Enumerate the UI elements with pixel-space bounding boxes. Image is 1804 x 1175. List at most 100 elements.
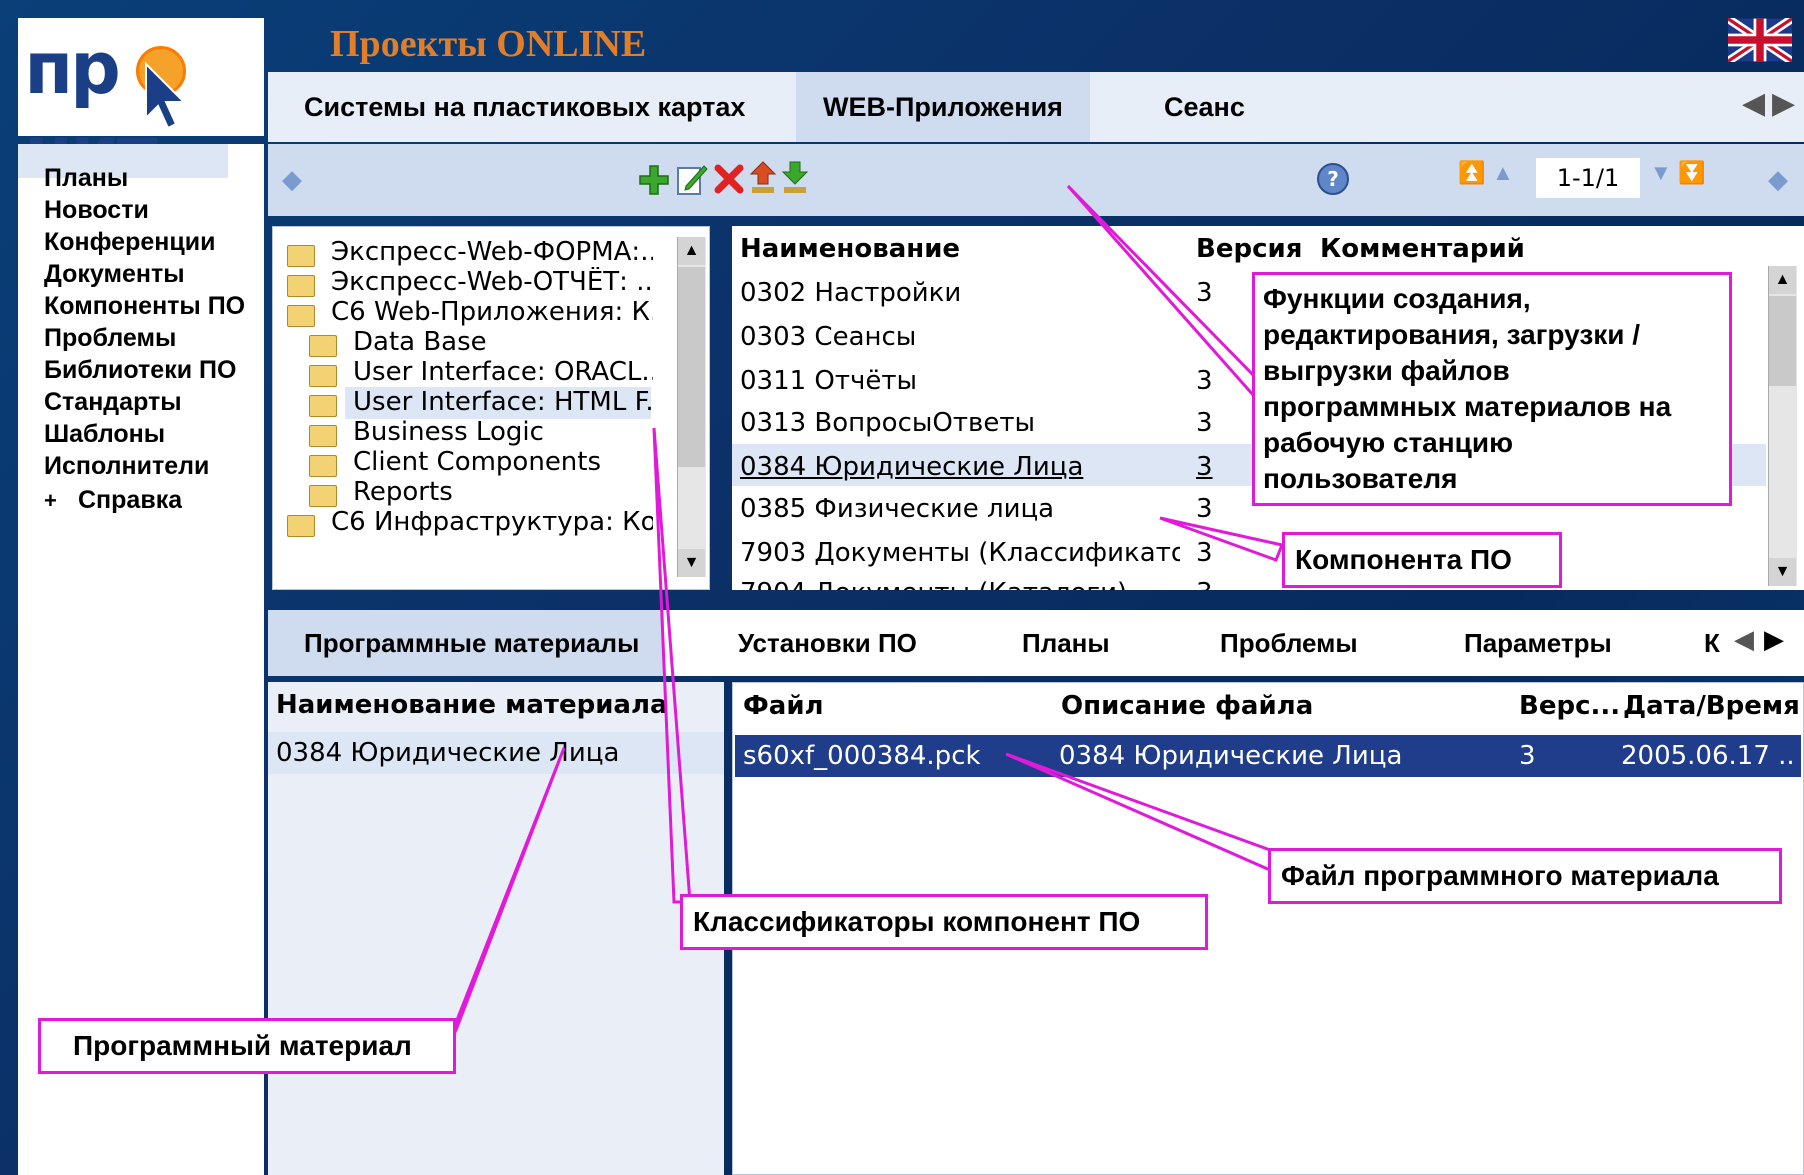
column-header-file-version[interactable]: Верс... xyxy=(1519,691,1620,721)
callout-functions-line: редактирования, загрузки / xyxy=(1263,319,1641,350)
scroll-down-icon[interactable]: ▼ xyxy=(678,549,705,577)
tree-item[interactable]: User Interface: ORACL... xyxy=(353,357,653,387)
back-arrow-icon[interactable]: ◆ xyxy=(282,164,302,195)
tab-web-applications[interactable]: WEB-Приложения xyxy=(796,72,1090,142)
callout-functions-line: выгрузки файлов xyxy=(1263,355,1510,386)
file-name[interactable]: s60xf_000384.pck xyxy=(743,741,981,771)
sidebar-item-software-components[interactable]: Компоненты ПО xyxy=(44,292,245,321)
folder-icon xyxy=(309,335,337,357)
last-page-icon[interactable]: ⏬ xyxy=(1678,160,1705,186)
component-name[interactable]: 0303 Сеансы xyxy=(740,322,1160,352)
edit-icon[interactable] xyxy=(676,162,708,196)
callout-material: Программный материал xyxy=(38,1018,456,1074)
download-icon[interactable] xyxy=(780,160,810,196)
scroll-left-icon[interactable]: ◀ xyxy=(1742,86,1765,121)
file-row-selected[interactable]: s60xf_000384.pck 0384 Юридические Лица 3… xyxy=(735,735,1801,777)
upload-icon[interactable] xyxy=(748,160,778,196)
scroll-thumb[interactable] xyxy=(1769,296,1796,386)
scroll-right-icon[interactable]: ▶ xyxy=(1772,86,1795,121)
tab-installations[interactable]: Установки ПО xyxy=(738,610,917,676)
delete-icon[interactable] xyxy=(714,164,744,194)
sidebar-item-executors[interactable]: Исполнители xyxy=(44,452,209,481)
component-name[interactable]: 0311 Отчёты xyxy=(740,366,1160,396)
help-expander-icon[interactable]: + xyxy=(44,488,57,514)
component-version: 3 xyxy=(1196,408,1213,438)
component-version: 3 xyxy=(1196,366,1213,396)
component-name-selected[interactable]: 0384 Юридические Лица xyxy=(740,452,1160,482)
tab-program-materials[interactable]: Программные материалы xyxy=(304,610,639,676)
add-icon[interactable] xyxy=(638,164,670,196)
sidebar-item-help[interactable]: Справка xyxy=(78,486,182,515)
material-item[interactable]: 0384 Юридические Лица xyxy=(276,738,716,768)
tab-problems[interactable]: Проблемы xyxy=(1220,610,1358,676)
help-icon[interactable]: ? xyxy=(1316,162,1350,196)
component-name[interactable]: 7903 Документы (Классификато... xyxy=(740,538,1180,568)
first-page-icon[interactable]: ⏫ xyxy=(1458,160,1485,186)
folder-icon xyxy=(309,485,337,507)
folder-open-icon xyxy=(287,305,315,327)
folder-icon xyxy=(287,245,315,267)
scroll-up-icon[interactable]: ▲ xyxy=(678,237,705,265)
component-name[interactable]: 0313 ВопросыОтветы xyxy=(740,408,1160,438)
column-header-file[interactable]: Файл xyxy=(743,691,824,721)
next-page-icon[interactable]: ▼ xyxy=(1650,160,1672,186)
column-header-datetime[interactable]: Дата/Время xyxy=(1623,691,1800,721)
component-version: 3 xyxy=(1196,578,1213,590)
folder-icon xyxy=(309,425,337,447)
tabs-scroll-left-icon[interactable]: ◀ xyxy=(1734,624,1754,655)
tree-item[interactable]: Business Logic xyxy=(353,417,653,447)
column-header-name[interactable]: Наименование xyxy=(740,234,960,264)
tab-parameters[interactable]: Параметры xyxy=(1464,610,1612,676)
sidebar-item-libraries[interactable]: Библиотеки ПО xyxy=(44,356,236,385)
tree-item[interactable]: С6 Web-Приложения: К... xyxy=(331,297,653,327)
callout-functions-line: Функции создания, xyxy=(1263,283,1531,314)
tab-plastic-cards[interactable]: Системы на пластиковых картах xyxy=(304,72,745,142)
tabs-scroll-right-icon[interactable]: ▶ xyxy=(1764,624,1784,655)
classifier-tree: Экспресс-Web-ФОРМА:... Экспресс-Web-ОТЧЁ… xyxy=(272,226,710,590)
component-version: 3 xyxy=(1196,278,1213,308)
tree-item[interactable]: Reports xyxy=(353,477,653,507)
tree-item-selected[interactable]: User Interface: HTML F... xyxy=(353,387,653,417)
column-header-description[interactable]: Описание файла xyxy=(1061,691,1313,721)
cursor-icon xyxy=(145,62,187,130)
sidebar-item-news[interactable]: Новости xyxy=(44,196,149,225)
callout-functions-line: программных материалов на xyxy=(1263,391,1672,422)
app-title: Проекты ONLINE xyxy=(330,23,647,65)
tree-item[interactable]: Экспресс-Web-ФОРМА:... xyxy=(331,237,653,267)
tree-item[interactable]: Client Components xyxy=(353,447,653,477)
scroll-down-icon[interactable]: ▼ xyxy=(1769,558,1796,586)
tree-item[interactable]: С6 Инфраструктура: Ко... xyxy=(331,507,653,537)
column-header-comment[interactable]: Комментарий xyxy=(1320,234,1525,264)
sidebar-item-problems[interactable]: Проблемы xyxy=(44,324,176,353)
sidebar-item-standards[interactable]: Стандарты xyxy=(44,388,182,417)
column-header-material-name[interactable]: Наименование материала xyxy=(276,690,668,720)
component-name[interactable]: 0302 Настройки xyxy=(740,278,1160,308)
tab-more[interactable]: К xyxy=(1704,610,1720,676)
component-name[interactable]: 7904 Документы (Каталоги) xyxy=(740,578,1160,590)
tree-item[interactable]: Экспресс-Web-ОТЧЁТ: ... xyxy=(331,267,653,297)
sidebar-item-plans[interactable]: Планы xyxy=(44,164,128,193)
tree-scrollbar[interactable]: ▲ ▼ xyxy=(677,237,706,577)
folder-icon xyxy=(309,395,337,417)
tab-session[interactable]: Сеанс xyxy=(1164,72,1245,142)
folder-icon xyxy=(309,455,337,477)
component-name[interactable]: 0385 Физические лица xyxy=(740,494,1160,524)
language-flag-icon[interactable] xyxy=(1728,18,1792,62)
components-scrollbar[interactable]: ▲ ▼ xyxy=(1768,266,1797,586)
folder-icon xyxy=(309,365,337,387)
tab-plans[interactable]: Планы xyxy=(1022,610,1110,676)
previous-page-icon[interactable]: ▲ xyxy=(1492,160,1514,186)
pager-field[interactable]: 1-1/1 xyxy=(1536,158,1640,198)
scroll-up-icon[interactable]: ▲ xyxy=(1769,266,1796,294)
file-datetime: 2005.06.17 ... xyxy=(1621,741,1797,771)
column-header-version[interactable]: Версия xyxy=(1196,234,1302,264)
component-version: 3 xyxy=(1196,538,1213,568)
scroll-thumb[interactable] xyxy=(678,267,705,467)
top-navigation: Системы на пластиковых картах WEB-Прилож… xyxy=(268,72,1804,142)
sidebar-item-templates[interactable]: Шаблоны xyxy=(44,420,165,449)
forward-arrow-icon[interactable]: ◆ xyxy=(1768,164,1788,195)
sidebar-item-documents[interactable]: Документы xyxy=(44,260,185,289)
tree-item[interactable]: Data Base xyxy=(353,327,653,357)
toolbar: ◆ ? ⏫ ▲ 1-1/1 ▼ ⏬ ◆ xyxy=(268,144,1804,216)
sidebar-item-conferences[interactable]: Конференции xyxy=(44,228,215,257)
